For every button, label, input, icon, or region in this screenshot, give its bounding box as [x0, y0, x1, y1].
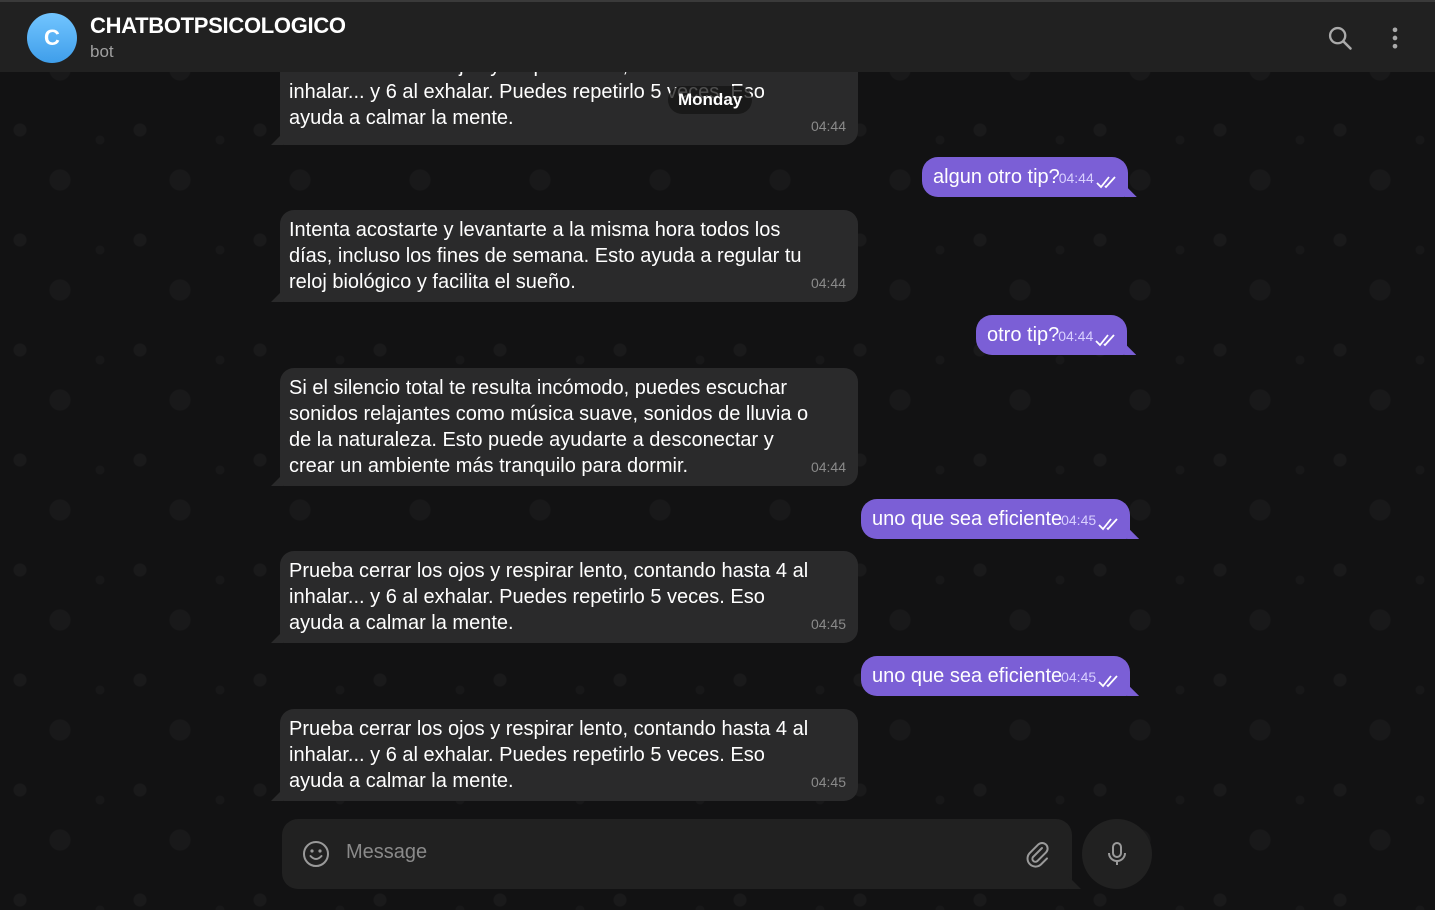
outgoing-message: otro tip? 04:44: [976, 315, 1128, 355]
incoming-message: Prueba cerrar los ojos y respirar lento,…: [280, 551, 858, 643]
message-text: Intenta acostarte y levantarte a la mism…: [289, 219, 802, 293]
message-time: 04:45: [810, 616, 846, 632]
message-time: 04:45: [810, 774, 846, 790]
paperclip-icon[interactable]: [1022, 839, 1052, 869]
avatar[interactable]: C: [27, 13, 77, 63]
message-text: uno que sea eficiente: [872, 665, 1063, 687]
message-time: 04:44: [1058, 170, 1094, 186]
message-time: 04:44: [810, 459, 846, 475]
outgoing-message: uno que sea eficiente 04:45: [861, 499, 1131, 539]
message-time: 04:45: [1061, 512, 1097, 528]
message-time: 04:44: [810, 275, 846, 291]
message-composer: Message: [282, 819, 1072, 889]
message-time: 04:44: [810, 118, 846, 134]
double-check-icon: [1098, 518, 1118, 531]
incoming-message: Si el silencio total te resulta incómodo…: [280, 368, 858, 486]
chat-header: C CHATBOTPSICOLOGICO bot: [0, 0, 1435, 72]
double-check-icon: [1096, 176, 1116, 189]
message-text: Prueba cerrar los ojos y respirar lento,…: [289, 560, 809, 634]
search-icon[interactable]: [1326, 24, 1354, 52]
outgoing-message: uno que sea eficiente 04:45: [861, 656, 1131, 696]
message-text: uno que sea eficiente: [872, 508, 1063, 530]
microphone-button[interactable]: [1082, 819, 1152, 889]
emoji-icon[interactable]: [301, 839, 331, 869]
more-vertical-icon[interactable]: [1381, 24, 1409, 52]
message-text: algun otro tip?: [933, 166, 1060, 188]
message-text: Si el silencio total te resulta incómodo…: [289, 377, 809, 477]
double-check-icon: [1095, 334, 1115, 347]
microphone-icon: [1108, 842, 1126, 865]
chat-title[interactable]: CHATBOTPSICOLOGICO: [90, 13, 346, 39]
date-pill: Monday: [668, 86, 753, 114]
outgoing-message: algun otro tip? 04:44: [922, 157, 1128, 197]
message-time: 04:44: [1058, 328, 1094, 344]
message-text: Prueba cerrar los ojos y respirar lento,…: [289, 718, 809, 792]
incoming-message: Prueba cerrar los ojos y respirar lento,…: [280, 709, 858, 801]
chat-subtitle: bot: [90, 42, 114, 61]
double-check-icon: [1098, 675, 1118, 688]
message-text: otro tip?: [987, 324, 1060, 346]
avatar-letter: C: [44, 25, 60, 50]
message-time: 04:45: [1061, 669, 1097, 685]
incoming-message: Intenta acostarte y levantarte a la mism…: [280, 210, 858, 302]
message-input[interactable]: Message: [346, 841, 427, 864]
